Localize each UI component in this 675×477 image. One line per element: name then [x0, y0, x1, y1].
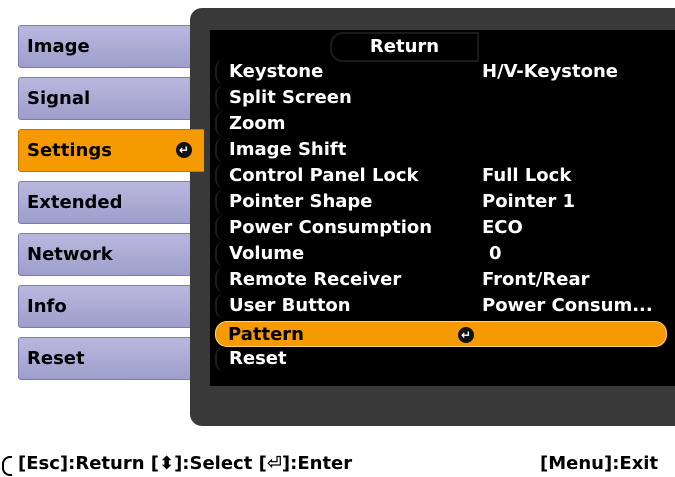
menu-item-value: Pointer 1	[482, 191, 576, 212]
menu-item-label: Power Consumption	[229, 217, 433, 238]
tab-label: Image	[27, 36, 90, 57]
help-bar: [Esc]:Return [⬍]:Select [⏎]:Enter [Menu]…	[0, 450, 675, 477]
tab-reset[interactable]: Reset	[18, 337, 190, 380]
menu-item-label: Zoom	[229, 113, 286, 134]
menu-item-value: Front/Rear	[482, 269, 590, 290]
menu-item-user-button[interactable]: User Button Power Consum...	[215, 293, 675, 319]
menu-item-label: Image Shift	[229, 139, 347, 160]
menu-item-keystone[interactable]: Keystone H/V-Keystone	[215, 59, 675, 85]
return-button[interactable]: Return	[330, 32, 479, 62]
menu-item-split-screen[interactable]: Split Screen	[215, 85, 675, 111]
tab-label: Network	[27, 244, 113, 265]
menu-item-label: Split Screen	[229, 87, 352, 108]
menu-item-label: Pointer Shape	[229, 191, 373, 212]
menu-item-label: Control Panel Lock	[229, 165, 419, 186]
menu-item-label: Keystone	[229, 61, 324, 82]
menu-item-value: H/V-Keystone	[482, 61, 619, 82]
menu-item-control-panel-lock[interactable]: Control Panel Lock Full Lock	[215, 163, 675, 189]
menu-item-volume[interactable]: Volume 0	[215, 241, 675, 267]
menu-item-value: ECO	[482, 217, 523, 238]
help-text: [Esc]:Return [⬍]:Select [⏎]:Enter	[18, 453, 353, 474]
menu-item-label: Volume	[229, 243, 305, 264]
tab-label: Signal	[27, 88, 91, 109]
menu-item-image-shift[interactable]: Image Shift	[215, 137, 675, 163]
menu-item-label: Reset	[229, 348, 287, 369]
menu-item-label: Pattern	[228, 324, 304, 345]
menu-item-remote-receiver[interactable]: Remote Receiver Front/Rear	[215, 267, 675, 293]
tab-label: Info	[27, 296, 67, 317]
enter-icon: ↵	[458, 327, 474, 343]
tab-label: Settings	[27, 140, 112, 161]
tab-label: Reset	[27, 348, 85, 369]
tab-info[interactable]: Info	[18, 285, 190, 328]
enter-icon: ↵	[176, 142, 192, 158]
menu-item-value: Power Consum...	[482, 295, 653, 316]
menu-item-pointer-shape[interactable]: Pointer Shape Pointer 1	[215, 189, 675, 215]
menu-item-label: Remote Receiver	[229, 269, 402, 290]
tab-signal[interactable]: Signal	[18, 77, 190, 120]
menu-item-pattern[interactable]: Pattern ↵	[215, 321, 667, 347]
tab-extended[interactable]: Extended	[18, 181, 190, 224]
menu-item-reset[interactable]: Reset	[215, 346, 675, 372]
bracket-icon	[2, 456, 12, 476]
tab-image[interactable]: Image	[18, 25, 190, 68]
menu-item-zoom[interactable]: Zoom	[215, 111, 675, 137]
menu-item-value: Full Lock	[482, 165, 572, 186]
tab-label: Extended	[27, 192, 123, 213]
tab-settings[interactable]: Settings ↵	[18, 129, 204, 172]
menu-item-power-consumption[interactable]: Power Consumption ECO	[215, 215, 675, 241]
tab-network[interactable]: Network	[18, 233, 190, 276]
menu-item-value: 0	[489, 243, 502, 264]
exit-hint: [Menu]:Exit	[540, 453, 659, 474]
menu-item-label: User Button	[229, 295, 351, 316]
